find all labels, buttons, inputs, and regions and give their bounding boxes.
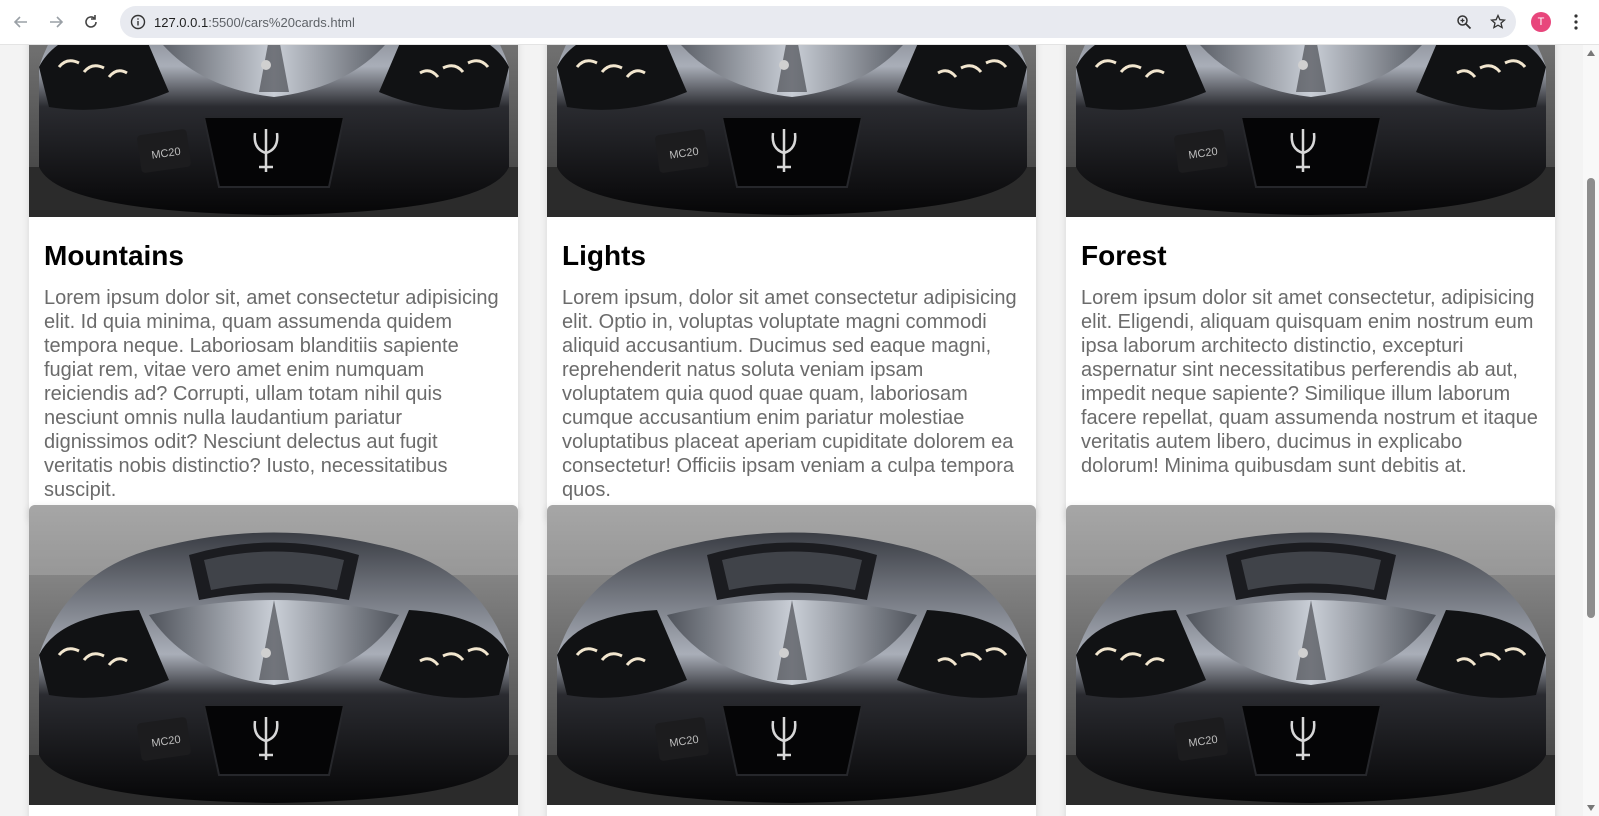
car-photo: MC20 [547,45,1036,217]
back-arrow-icon [13,16,27,28]
scroll-down-button[interactable] [1583,800,1599,816]
card-row2-2: MC20 [547,505,1036,816]
scroll-thumb[interactable] [1587,178,1595,618]
reload-icon [85,15,97,28]
car-photo: MC20 [1066,45,1555,217]
card-text: Lorem ipsum, dolor sit amet consectetur … [562,287,1017,501]
site-info-button[interactable] [122,6,154,38]
card-image: MC20 [547,505,1036,805]
browser-toolbar: 127.0.0.1:5500/cars%20cards.html T [0,0,1599,45]
page-viewport: MC20 Mountains Lorem ipsum dolor sit, am… [0,45,1583,816]
card-text: Lorem ipsum dolor sit amet consectetur, … [1081,287,1538,477]
triangle-up-icon [1587,50,1595,56]
card-title: Forest [1081,240,1167,271]
card-row2-3: MC20 [1066,505,1555,816]
forward-button[interactable] [38,4,74,40]
card-forest: MC20 Forest Lorem ipsum dolor sit amet c… [1066,45,1555,520]
address-bar[interactable]: 127.0.0.1:5500/cars%20cards.html [120,6,1516,38]
bookmark-button[interactable] [1488,12,1508,32]
browser-menu-button[interactable] [1566,12,1586,32]
url-host: 127.0.0.1 [154,14,209,30]
scroll-up-button[interactable] [1583,45,1599,61]
car-photo: MC20 [29,505,518,805]
card-row2-1: MC20 [29,505,518,816]
kebab-menu-icon [1574,14,1578,30]
card-title: Mountains [44,240,184,271]
url-path: :5500/cars%20cards.html [208,14,355,30]
page-scrollbar[interactable] [1583,45,1599,816]
triangle-down-icon [1587,805,1595,811]
card-lights: MC20 Lights Lorem ipsum, dolor sit amet … [547,45,1036,520]
card-image: MC20 [29,505,518,805]
card-image: MC20 [29,45,518,217]
url-text[interactable]: 127.0.0.1:5500/cars%20cards.html [154,15,355,30]
reload-button[interactable] [73,4,109,40]
car-photo: MC20 [1066,505,1555,805]
card-image: MC20 [1066,45,1555,217]
car-photo: MC20 [29,45,518,217]
zoom-icon [1457,15,1472,30]
forward-arrow-icon [50,16,64,28]
car-photo: MC20 [547,505,1036,805]
zoom-button[interactable] [1454,12,1474,32]
back-button[interactable] [3,4,39,40]
star-icon [1490,14,1506,29]
card-image: MC20 [1066,505,1555,805]
card-title: Lights [562,240,646,271]
site-info-icon [130,14,146,30]
card-mountains: MC20 Mountains Lorem ipsum dolor sit, am… [29,45,518,520]
card-text: Lorem ipsum dolor sit, amet consectetur … [44,287,499,501]
card-image: MC20 [547,45,1036,217]
profile-avatar[interactable]: T [1531,12,1551,32]
